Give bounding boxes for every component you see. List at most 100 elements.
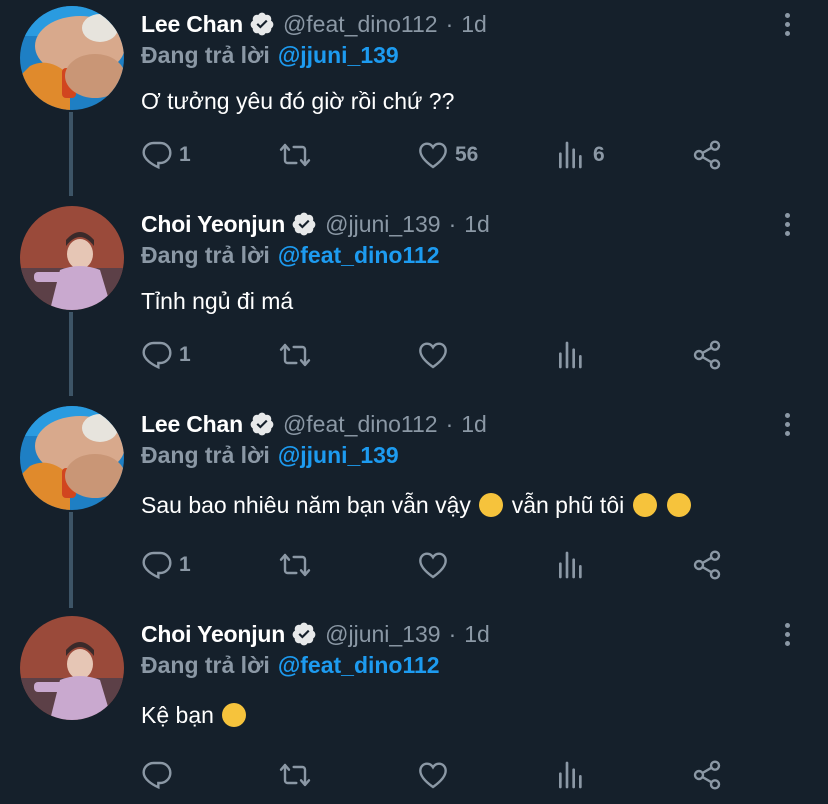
smiling-face-emoji-icon <box>632 493 657 517</box>
replying-to: Đang trả lời @jjuni_139 <box>141 442 399 469</box>
share-icon <box>693 140 721 170</box>
replying-to-link[interactable]: @feat_dino112 <box>278 242 440 268</box>
like-button[interactable]: 56 <box>417 138 478 172</box>
author-handle[interactable]: @feat_dino112 <box>283 11 438 38</box>
retweet-icon <box>279 343 311 367</box>
tweet-text: Kệ bạn <box>141 702 248 729</box>
tweet-text: Sau bao nhiêu năm bạn vẫn vậy vẫn phũ tô… <box>141 492 693 519</box>
replying-to-link[interactable]: @jjuni_139 <box>278 42 399 68</box>
verified-badge-icon <box>292 212 316 236</box>
replying-to-label: Đang trả lời <box>141 42 270 68</box>
avatar-lee-chan[interactable] <box>20 406 124 510</box>
tweet-timestamp[interactable]: 1d <box>464 211 490 238</box>
tweet-actions: 1 <box>141 338 741 372</box>
replying-to-label: Đang trả lời <box>141 442 270 468</box>
smiling-face-emoji-icon <box>667 493 691 517</box>
reply-button[interactable]: 1 <box>141 338 191 372</box>
retweet-button[interactable] <box>279 548 311 582</box>
reply-button[interactable]: 1 <box>141 548 191 582</box>
replying-to: Đang trả lời @feat_dino112 <box>141 242 440 269</box>
views-button[interactable]: 6 <box>555 138 605 172</box>
tweet[interactable]: Choi Yeonjun @jjuni_139 · 1d Đang trả lờ… <box>0 200 828 400</box>
reply-button[interactable]: 1 <box>141 138 191 172</box>
verified-badge-icon <box>250 412 274 436</box>
tweet[interactable]: Choi Yeonjun @jjuni_139 · 1d Đang trả lờ… <box>0 610 828 804</box>
reply-icon <box>142 761 172 790</box>
tweet-actions <box>141 758 741 792</box>
more-icon[interactable] <box>776 8 798 40</box>
views-button[interactable] <box>555 338 587 372</box>
tweet-text-part: vẫn phũ tôi <box>511 492 625 518</box>
author-name[interactable]: Lee Chan <box>141 11 243 38</box>
separator-dot: · <box>445 10 454 37</box>
share-icon <box>693 760 721 790</box>
more-icon[interactable] <box>776 208 798 240</box>
tweet-text: Ơ tưởng yêu đó giờ rồi chứ ?? <box>141 88 455 114</box>
avatar-lee-chan[interactable] <box>20 6 124 110</box>
retweet-icon <box>279 763 311 787</box>
separator-dot: · <box>448 620 457 647</box>
tweet[interactable]: Lee Chan @feat_dino112 · 1d Đang trả lời… <box>0 400 828 610</box>
author-handle[interactable]: @feat_dino112 <box>283 411 438 438</box>
verified-badge-icon <box>250 12 274 36</box>
views-button[interactable] <box>555 758 587 792</box>
reply-count: 1 <box>179 553 191 576</box>
replying-to-label: Đang trả lời <box>141 242 270 268</box>
retweet-button[interactable] <box>279 338 311 372</box>
retweet-button[interactable] <box>279 758 311 792</box>
separator-dot: · <box>448 210 457 237</box>
verified-badge-icon <box>292 622 316 646</box>
share-button[interactable] <box>691 548 723 582</box>
smiling-face-emoji-icon <box>479 493 504 517</box>
replying-to-label: Đang trả lời <box>141 652 270 678</box>
avatar-choi-yeonjun[interactable] <box>20 616 124 720</box>
like-button[interactable] <box>417 548 449 582</box>
views-icon <box>559 141 582 169</box>
share-button[interactable] <box>691 758 723 792</box>
share-button[interactable] <box>691 138 723 172</box>
like-icon <box>419 342 447 369</box>
replying-to-link[interactable]: @jjuni_139 <box>278 442 399 468</box>
more-icon[interactable] <box>776 408 798 440</box>
retweet-icon <box>279 553 311 577</box>
separator-dot: · <box>445 410 454 437</box>
share-button[interactable] <box>691 338 723 372</box>
reply-icon <box>142 341 172 370</box>
like-button[interactable] <box>417 338 449 372</box>
author-handle[interactable]: @jjuni_139 <box>325 621 440 648</box>
retweet-button[interactable] <box>279 138 311 172</box>
reply-count: 1 <box>179 343 191 366</box>
views-icon <box>559 761 582 789</box>
reply-count: 1 <box>179 143 191 166</box>
reply-button[interactable] <box>141 758 173 792</box>
views-icon <box>559 341 582 369</box>
tweet[interactable]: Lee Chan @feat_dino112 · 1d Đang trả lời… <box>0 0 828 200</box>
views-button[interactable] <box>555 548 587 582</box>
tweet-timestamp[interactable]: 1d <box>461 411 487 438</box>
tweet-text-part: Kệ bạn <box>141 702 214 728</box>
like-icon <box>419 142 447 169</box>
tweet-actions: 1 56 6 <box>141 138 741 172</box>
share-icon <box>693 550 721 580</box>
author-name[interactable]: Choi Yeonjun <box>141 621 285 648</box>
avatar-choi-yeonjun[interactable] <box>20 206 124 310</box>
reply-icon <box>142 551 172 580</box>
views-icon <box>559 551 582 579</box>
author-name[interactable]: Lee Chan <box>141 411 243 438</box>
more-icon[interactable] <box>776 618 798 650</box>
tweet-timestamp[interactable]: 1d <box>464 621 490 648</box>
tweet-text: Tỉnh ngủ đi má <box>141 288 294 314</box>
tweet-timestamp[interactable]: 1d <box>461 11 487 38</box>
tweet-text-part: Sau bao nhiêu năm bạn vẫn vậy <box>141 492 471 518</box>
like-button[interactable] <box>417 758 449 792</box>
tweet-actions: 1 <box>141 548 741 582</box>
author-name[interactable]: Choi Yeonjun <box>141 211 285 238</box>
author-handle[interactable]: @jjuni_139 <box>325 211 440 238</box>
replying-to-link[interactable]: @feat_dino112 <box>278 652 440 678</box>
like-icon <box>419 552 447 579</box>
face-blowing-kiss-emoji-icon <box>222 703 247 727</box>
replying-to: Đang trả lời @jjuni_139 <box>141 42 399 69</box>
share-icon <box>693 340 721 370</box>
like-icon <box>419 762 447 789</box>
like-count: 56 <box>455 143 479 166</box>
